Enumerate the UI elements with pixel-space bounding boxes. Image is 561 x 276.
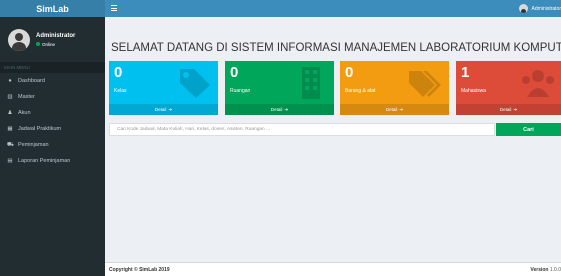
info-box-barang: 0 Barang & alat Detail ➔ [340,61,449,115]
sidebar-item-label: Jadwal Praktikum [18,126,62,132]
box-detail-link[interactable]: Detail ➔ [456,104,561,115]
box-detail-label: Detail [385,107,398,112]
page-footer: Copyright © SimLab 2019 Version 1.0.0 [105,262,561,276]
online-dot-icon [36,42,40,46]
user-panel: Administrator Online [0,17,105,62]
building-icon [302,67,320,99]
info-box-kelas: 0 Kelas Detail ➔ [109,61,218,115]
box-count: 1 [461,64,470,81]
top-avatar [518,4,528,13]
sidebar-item-label: Master [18,94,35,100]
box-label: Kelas [114,88,127,94]
arrow-circle-right-icon: ➔ [168,106,173,112]
sidebar-item-label: Peminjaman [18,142,49,148]
box-label: Mahasiswa [461,88,487,94]
copyright-text: Copyright © SimLab 2019 [109,267,170,273]
box-count: 0 [230,64,239,81]
box-count: 0 [114,64,123,81]
dashboard-icon: ● [8,78,12,84]
info-box-ruangan: 0 Ruangan Detail ➔ [225,61,334,115]
tag-icon [180,69,210,98]
sidebar-item-label: Dashboard [18,78,45,84]
box-detail-label: Detail [499,107,512,112]
box-count: 0 [345,64,354,81]
box-detail-link[interactable]: Detail ➔ [340,104,449,115]
user-avatar [8,28,30,51]
sidebar-item-label: Laporan Peminjaman [18,158,71,164]
version-number: 1.0.0 [549,267,561,273]
page-title: SELAMAT DATANG DI SISTEM INFORMASI MANAJ… [111,42,561,54]
sidebar-item-jadwal[interactable]: ▦ Jadwal Praktikum [0,121,105,137]
user-name: Administrator [36,32,76,39]
arrow-circle-right-icon: ➔ [399,106,404,112]
menu-header: MAIN MENU [0,62,105,73]
file-icon: ▤ [7,158,13,164]
arrow-circle-right-icon: ➔ [513,106,518,112]
sidebar-item-laporan[interactable]: ▤ Laporan Peminjaman [0,153,105,169]
menu-toggle-icon[interactable] [111,5,117,11]
version-text: Version 1.0.0 [530,267,561,273]
sidebar-item-dashboard[interactable]: ● Dashboard [0,73,105,89]
box-detail-label: Detail [154,107,167,112]
box-label: Ruangan [230,88,251,94]
box-label: Barang & alat [345,88,376,94]
calendar-icon: ▦ [7,126,13,132]
box-detail-link[interactable]: Detail ➔ [109,104,218,115]
arrow-circle-right-icon: ➔ [284,106,289,112]
sidebar-item-akun[interactable]: ♟ Akun [0,105,105,121]
sidebar-item-label: Akun [18,110,31,116]
users-icon [522,70,554,97]
box-detail-label: Detail [270,107,283,112]
bank-icon: ▥ [7,94,13,100]
user-status: Online [36,42,75,47]
user-status-label: Online [42,41,56,47]
user-icon: ♟ [7,110,13,116]
info-box-mahasiswa: 1 Mahasiswa Detail ➔ [456,61,561,115]
top-user-menu[interactable]: Administrator [518,0,561,17]
cart-icon: ⛟ [7,142,14,148]
version-label: Version [530,267,549,273]
top-user-label: Administrator [531,5,561,12]
brand-logo[interactable]: SimLab [0,0,105,17]
top-navbar: Administrator [105,0,561,17]
sidebar: SimLab Administrator Online MAIN MENU ● … [0,0,105,276]
box-detail-link[interactable]: Detail ➔ [225,104,334,115]
search-button[interactable]: Cari [496,123,561,136]
sidebar-item-peminjaman[interactable]: ⛟ Peminjaman [0,137,105,153]
search-input[interactable]: Cari Kode Jadwal, Mata Kuliah, Hari, Kel… [109,123,495,136]
sidebar-item-master[interactable]: ▥ Master [0,89,105,105]
tags-icon [409,71,441,97]
